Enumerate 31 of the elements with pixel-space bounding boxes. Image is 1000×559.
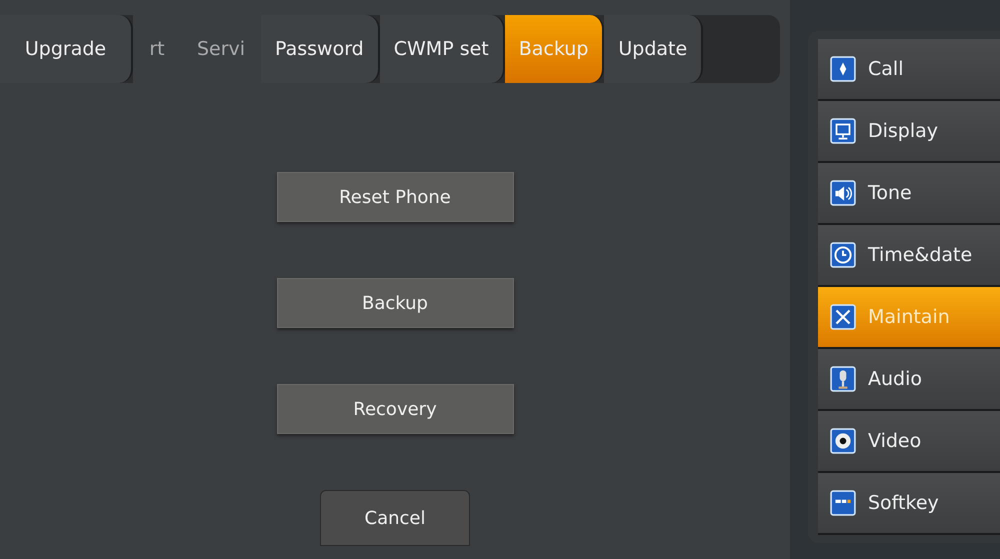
tab[interactable]: CWMP set xyxy=(380,15,505,83)
menu-label: Softkey xyxy=(868,492,939,514)
menu-item[interactable]: Audio xyxy=(818,349,1000,411)
mic-icon xyxy=(830,366,856,392)
menu-label: Audio xyxy=(868,368,922,390)
action-button[interactable]: Recovery xyxy=(276,384,514,434)
softkey-icon xyxy=(830,490,856,516)
camera-icon xyxy=(830,428,856,454)
tone-icon xyxy=(830,180,856,206)
menu-item[interactable]: Time&date xyxy=(818,225,1000,287)
menu-label: Call xyxy=(868,58,904,80)
tab[interactable]: Upgrade xyxy=(0,15,133,83)
menu-item[interactable]: Call xyxy=(818,39,1000,101)
action-button[interactable]: Reset Phone xyxy=(276,172,514,222)
tab[interactable]: Servi xyxy=(181,15,261,83)
display-icon xyxy=(830,118,856,144)
menu-label: Tone xyxy=(868,182,912,204)
menu-item[interactable]: Softkey xyxy=(818,473,1000,535)
tab[interactable]: Update xyxy=(604,15,704,83)
menu-item[interactable]: Video xyxy=(818,411,1000,473)
cancel-button[interactable]: Cancel xyxy=(320,490,470,546)
clock-icon xyxy=(830,242,856,268)
menu-label: Maintain xyxy=(868,306,950,328)
menu-item[interactable]: Tone xyxy=(818,163,1000,225)
action-button[interactable]: Backup xyxy=(276,278,514,328)
menu-label: Time&date xyxy=(868,244,972,266)
menu-label: Display xyxy=(868,120,938,142)
tab[interactable]: rt xyxy=(133,15,181,83)
menu-label: Video xyxy=(868,430,922,452)
tab[interactable]: Password xyxy=(261,15,380,83)
menu-item[interactable]: Display xyxy=(818,101,1000,163)
